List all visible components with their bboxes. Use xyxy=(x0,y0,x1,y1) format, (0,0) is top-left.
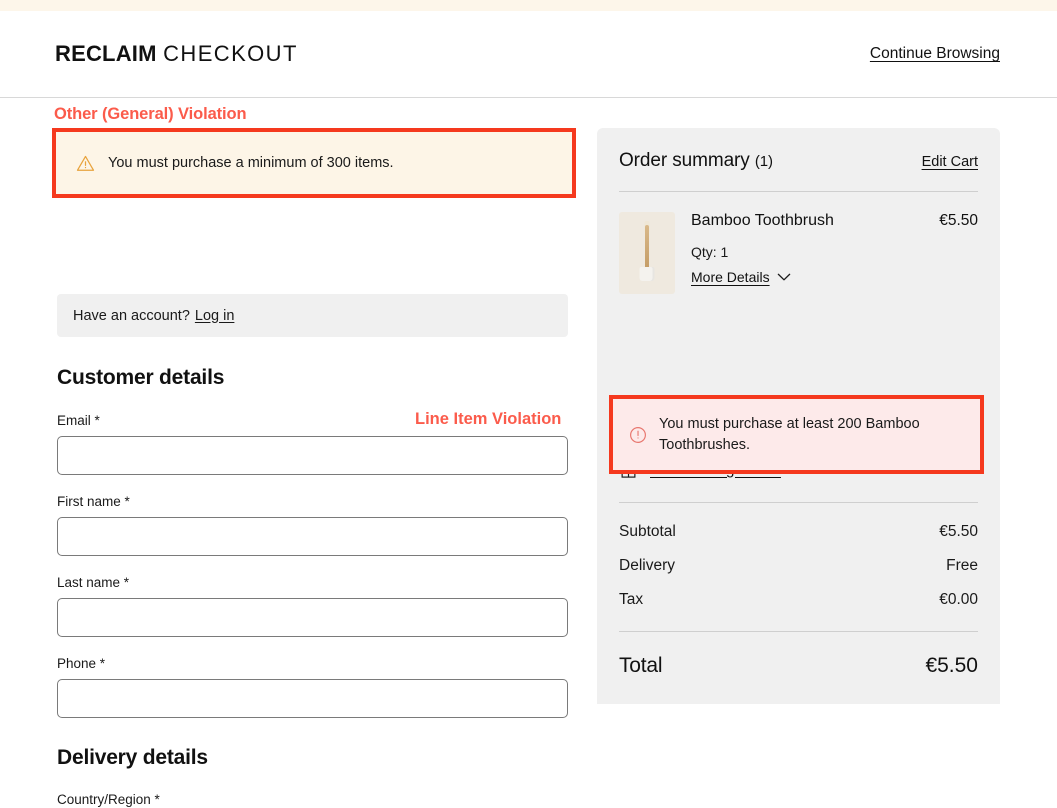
toothbrush-stand-shape xyxy=(639,267,655,281)
general-violation-text: You must purchase a minimum of 300 items… xyxy=(108,155,394,171)
first-name-input[interactable] xyxy=(57,517,568,556)
general-violation-box: You must purchase a minimum of 300 items… xyxy=(52,128,576,199)
have-account-box: Have an account? Log in xyxy=(57,294,568,337)
tax-label: Tax xyxy=(619,591,644,608)
more-details-label: More Details xyxy=(691,269,770,285)
phone-label: Phone * xyxy=(57,656,106,671)
line-item-violation-text: You must purchase at least 200 Bamboo To… xyxy=(659,416,920,453)
field-country: Country/Region * United States xyxy=(57,792,568,808)
more-details-toggle[interactable]: More Details xyxy=(691,269,791,285)
subtotal-value: €5.50 xyxy=(939,523,978,540)
line-item-top-row: Bamboo Toothbrush €5.50 xyxy=(691,212,978,230)
last-name-label: Last name * xyxy=(57,575,130,590)
order-summary-title: Order summary xyxy=(619,150,750,171)
line-violation-spacer xyxy=(619,294,978,398)
total-row-delivery: Delivery Free xyxy=(619,557,978,575)
grand-total-label: Total xyxy=(619,654,663,677)
general-violation-alert: You must purchase a minimum of 300 items… xyxy=(56,132,572,195)
first-name-label: First name * xyxy=(57,494,130,509)
totals-block: Subtotal €5.50 Delivery Free Tax €0.00 T… xyxy=(619,503,978,678)
product-name: Bamboo Toothbrush xyxy=(691,212,834,229)
order-summary-title-group: Order summary (1) xyxy=(619,150,773,172)
product-quantity: Qty: 1 xyxy=(691,244,729,260)
line-item-info: Bamboo Toothbrush €5.50 Qty: 1 More Deta… xyxy=(691,212,978,294)
email-input[interactable] xyxy=(57,436,568,475)
total-row-subtotal: Subtotal €5.50 xyxy=(619,523,978,541)
order-summary-header: Order summary (1) Edit Cart xyxy=(619,150,978,192)
line-item-violation-annotation: You must purchase at least 200 Bamboo To… xyxy=(609,395,984,475)
top-accent-strip xyxy=(0,0,1057,11)
order-line-item: Bamboo Toothbrush €5.50 Qty: 1 More Deta… xyxy=(619,192,978,294)
country-label: Country/Region * xyxy=(57,792,160,807)
toothbrush-handle-shape xyxy=(645,225,649,272)
edit-cart-link[interactable]: Edit Cart xyxy=(922,154,978,170)
total-row-tax: Tax €0.00 xyxy=(619,591,978,609)
have-account-prompt: Have an account? xyxy=(73,307,190,324)
line-item-violation-box: You must purchase at least 200 Bamboo To… xyxy=(609,395,984,475)
site-header: RECLAIM CHECKOUT Continue Browsing xyxy=(0,11,1057,98)
brand-name: RECLAIM xyxy=(55,41,157,66)
delivery-label: Delivery xyxy=(619,557,675,574)
last-name-input[interactable] xyxy=(57,598,568,637)
field-last-name: Last name * xyxy=(57,575,568,637)
product-thumbnail[interactable] xyxy=(619,212,675,294)
delivery-value: Free xyxy=(946,557,978,574)
product-price: €5.50 xyxy=(939,212,978,229)
tax-value: €0.00 xyxy=(939,591,978,608)
continue-browsing-link[interactable]: Continue Browsing xyxy=(870,45,1000,63)
brand-logo[interactable]: RECLAIM CHECKOUT xyxy=(55,41,298,67)
chevron-down-icon xyxy=(777,273,790,280)
subtotal-label: Subtotal xyxy=(619,523,676,540)
general-violation-annotation-label: Other (General) Violation xyxy=(54,105,247,123)
brand-subtitle: CHECKOUT xyxy=(163,41,298,66)
general-violation-annotation: Other (General) Violation You must purch… xyxy=(52,105,576,199)
grand-total-row: Total €5.50 xyxy=(619,654,978,678)
customer-details-heading: Customer details xyxy=(57,366,225,389)
grand-total-value: €5.50 xyxy=(925,654,978,677)
log-in-link[interactable]: Log in xyxy=(195,308,235,324)
field-first-name: First name * xyxy=(57,494,568,556)
line-item-violation-alert: You must purchase at least 200 Bamboo To… xyxy=(613,399,980,471)
warning-triangle-icon xyxy=(76,155,95,171)
delivery-details-heading: Delivery details xyxy=(57,746,208,769)
order-summary-count: (1) xyxy=(754,153,773,170)
phone-input[interactable] xyxy=(57,679,568,718)
error-circle-icon xyxy=(630,426,646,443)
checkout-form: Customer details Email * First name * La… xyxy=(57,366,568,808)
line-item-violation-annotation-label: Line Item Violation xyxy=(415,410,562,428)
grand-total-divider xyxy=(619,631,978,632)
field-phone: Phone * xyxy=(57,656,568,718)
